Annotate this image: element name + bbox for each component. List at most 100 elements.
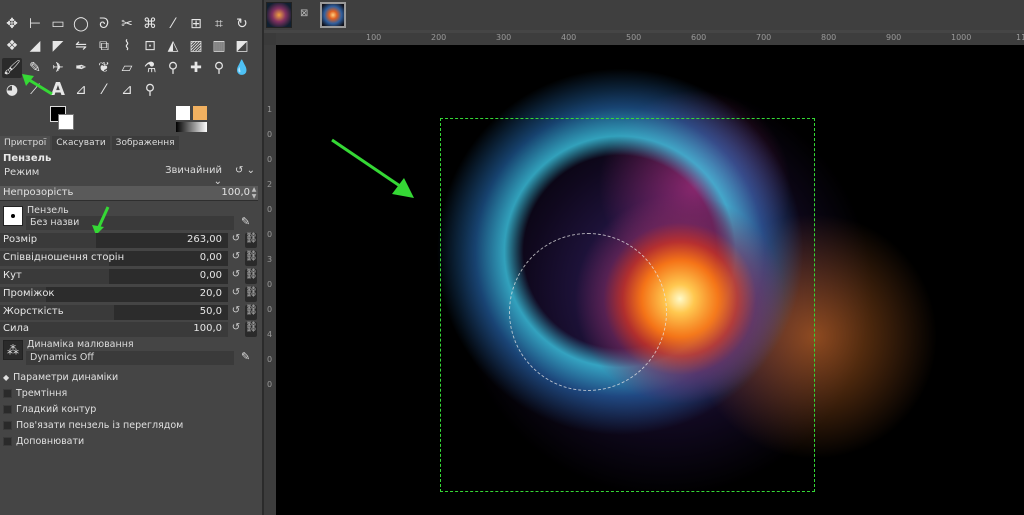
reset-icon[interactable]: ↺ (230, 233, 242, 248)
tab-undo[interactable]: Скасувати (52, 136, 110, 150)
image-tab-2[interactable] (320, 2, 346, 28)
gradient-preview[interactable] (176, 122, 207, 132)
param-slider[interactable]: Жорсткість 50,0 ↺ ⛓ (0, 305, 258, 321)
warp-icon[interactable]: ⌇ (117, 36, 137, 56)
link-icon[interactable]: ⛓ (245, 251, 258, 266)
zoom-icon[interactable]: ⚲ (140, 80, 160, 100)
checkbox-lock-brush[interactable]: Пов'язати пензель із переглядом (3, 418, 253, 432)
flip-icon[interactable]: ⇋ (71, 36, 91, 56)
param-value: 50,0 (199, 306, 222, 317)
smudge-icon[interactable]: 💧 (232, 58, 252, 78)
wand-icon[interactable]: ⁄ (163, 14, 183, 34)
param-slider[interactable]: Співвідношення сторін 0,00 ↺ ⛓ (0, 251, 258, 267)
fg-select-icon[interactable]: ⊿ (71, 80, 91, 100)
unified-transform-icon[interactable]: ⊡ (140, 36, 160, 56)
move-tool-icon[interactable]: ✥ (2, 14, 22, 34)
blur-icon[interactable]: ⚲ (209, 58, 229, 78)
foreground-select-icon[interactable]: ⊞ (186, 14, 206, 34)
paint-select-icon[interactable]: ▥ (209, 36, 229, 56)
param-slider[interactable]: Розмір 263,00 ↺ ⛓ (0, 233, 258, 249)
reset-icon[interactable]: ↺ (230, 251, 242, 266)
dynamics-thumbnail[interactable]: ⁂ (3, 340, 23, 360)
eraser-icon[interactable]: ▱ (117, 58, 137, 78)
mode-reset-button[interactable]: ↺ ⌄ (232, 165, 258, 180)
edit-dynamics-icon[interactable]: ✎ (241, 350, 250, 363)
pattern-preview[interactable] (193, 106, 207, 120)
edit-brush-icon[interactable]: ✎ (241, 215, 250, 228)
mode-value: Звичайний (165, 165, 222, 176)
link-icon[interactable]: ⛓ (245, 322, 258, 337)
ruler-tick-label: 400 (561, 33, 577, 42)
horizontal-ruler[interactable]: 100 200 300 400 500 600 700 800 900 1000 1100 (276, 33, 1024, 45)
checkbox-box[interactable] (3, 388, 12, 398)
reset-icon[interactable]: ↺ (230, 322, 242, 337)
link-icon[interactable]: ⛓ (245, 287, 258, 302)
brush-thumbnail[interactable] (3, 206, 23, 226)
tab-images[interactable]: Зображення (111, 136, 179, 150)
ruler-tick-label: 0 (267, 355, 273, 364)
heal-icon[interactable]: ✚ (186, 58, 206, 78)
param-slider[interactable]: Проміжок 20,0 ↺ ⛓ (0, 287, 258, 303)
perspective-clone-icon[interactable]: ⚲ (163, 58, 183, 78)
ruler-tick-label: 1 (267, 105, 273, 114)
checkbox-box[interactable] (3, 420, 12, 430)
perspective-icon[interactable]: ◤ (48, 36, 68, 56)
opacity-slider[interactable]: Непрозорість 100,0 ▲ ▼ (0, 186, 258, 201)
ellipse-select-icon[interactable]: ◯ (71, 14, 91, 34)
ruler-tick-label: 1100 (1016, 33, 1024, 42)
transform-icon[interactable]: ❖ (2, 36, 22, 56)
checkbox-incremental[interactable]: Доповнювати (3, 434, 253, 448)
ink-icon[interactable]: ✒ (71, 58, 91, 78)
link-icon[interactable]: ⛓ (245, 233, 258, 248)
background-color-swatch[interactable] (58, 114, 74, 130)
expander-icon: ◆ (3, 372, 10, 382)
bucket-fill-icon[interactable]: ◭ (163, 36, 183, 56)
ruler-corner (264, 33, 276, 45)
shear-icon[interactable]: ◢ (25, 36, 45, 56)
image-tabs-bar: ⊠ (264, 0, 1024, 30)
tab-devices[interactable]: Пристрої (0, 136, 51, 150)
color-picker-icon[interactable]: ⁄ (94, 80, 114, 100)
toolbox-panel: ✥ ⊢ ▭ ◯ ᘐ ✂ ⌘ ⁄ ⊞ ⌗ ↻ ❖ ◢ ◤ ⇋ ⧉ ⌇ ⊡ ◭ ▨ … (0, 0, 262, 515)
rotate-icon[interactable]: ↻ (232, 14, 252, 34)
tab-devices-label: Пристрої (4, 138, 47, 148)
mode-dropdown[interactable]: Звичайний ⌄ (156, 165, 226, 187)
param-slider[interactable]: Кут 0,00 ↺ ⛓ (0, 269, 258, 285)
align-tool-icon[interactable]: ⊢ (25, 14, 45, 34)
checkbox-smooth[interactable]: Гладкий контур (3, 402, 253, 416)
fuzzy-select-icon[interactable]: ⌘ (140, 14, 160, 34)
clone-icon[interactable]: ⚗ (140, 58, 160, 78)
reset-icon[interactable]: ↺ (230, 305, 242, 320)
reset-icon[interactable]: ↺ (230, 269, 242, 284)
annotation-arrow-icon (92, 206, 110, 235)
image-tab-1[interactable] (266, 2, 292, 28)
measure-icon[interactable]: ⊿ (117, 80, 137, 100)
checkbox-jitter[interactable]: Тремтіння (3, 386, 253, 400)
mypaint-brush-icon[interactable]: ❦ (94, 58, 114, 78)
ruler-tick-label: 0 (267, 205, 273, 214)
brush-preview[interactable] (176, 106, 190, 120)
ruler-tick-label: 0 (267, 130, 273, 139)
lasso-icon[interactable]: ᘐ (94, 14, 114, 34)
opacity-value: 100,0 (221, 187, 250, 198)
dynamics-options-expander[interactable]: ◆ Параметри динаміки (3, 370, 253, 384)
brush-name-field[interactable]: Без назви (26, 216, 234, 230)
color-picker-small-icon[interactable]: ◩ (232, 36, 252, 56)
crop-icon[interactable]: ⌗ (209, 14, 229, 34)
link-icon[interactable]: ⛓ (245, 305, 258, 320)
ruler-tick-label: 300 (496, 33, 512, 42)
dynamics-name-field[interactable]: Dynamics Off (26, 351, 234, 365)
param-track[interactable] (0, 269, 228, 284)
reset-icon[interactable]: ↺ (230, 287, 242, 302)
rect-select-icon[interactable]: ▭ (48, 14, 68, 34)
link-icon[interactable]: ⛓ (245, 269, 258, 284)
scissors-icon[interactable]: ✂ (117, 14, 137, 34)
close-tab-icon[interactable]: ⊠ (300, 8, 308, 19)
opacity-spin[interactable]: ▲ ▼ (251, 186, 257, 200)
cage-icon[interactable]: ⧉ (94, 36, 114, 56)
vertical-ruler[interactable]: 1 0 0 2 0 0 3 0 0 4 0 0 (264, 45, 276, 515)
checkbox-box[interactable] (3, 404, 12, 414)
gradient-icon[interactable]: ▨ (186, 36, 206, 56)
param-slider[interactable]: Сила 100,0 ↺ ⛓ (0, 322, 258, 338)
checkbox-box[interactable] (3, 436, 12, 446)
